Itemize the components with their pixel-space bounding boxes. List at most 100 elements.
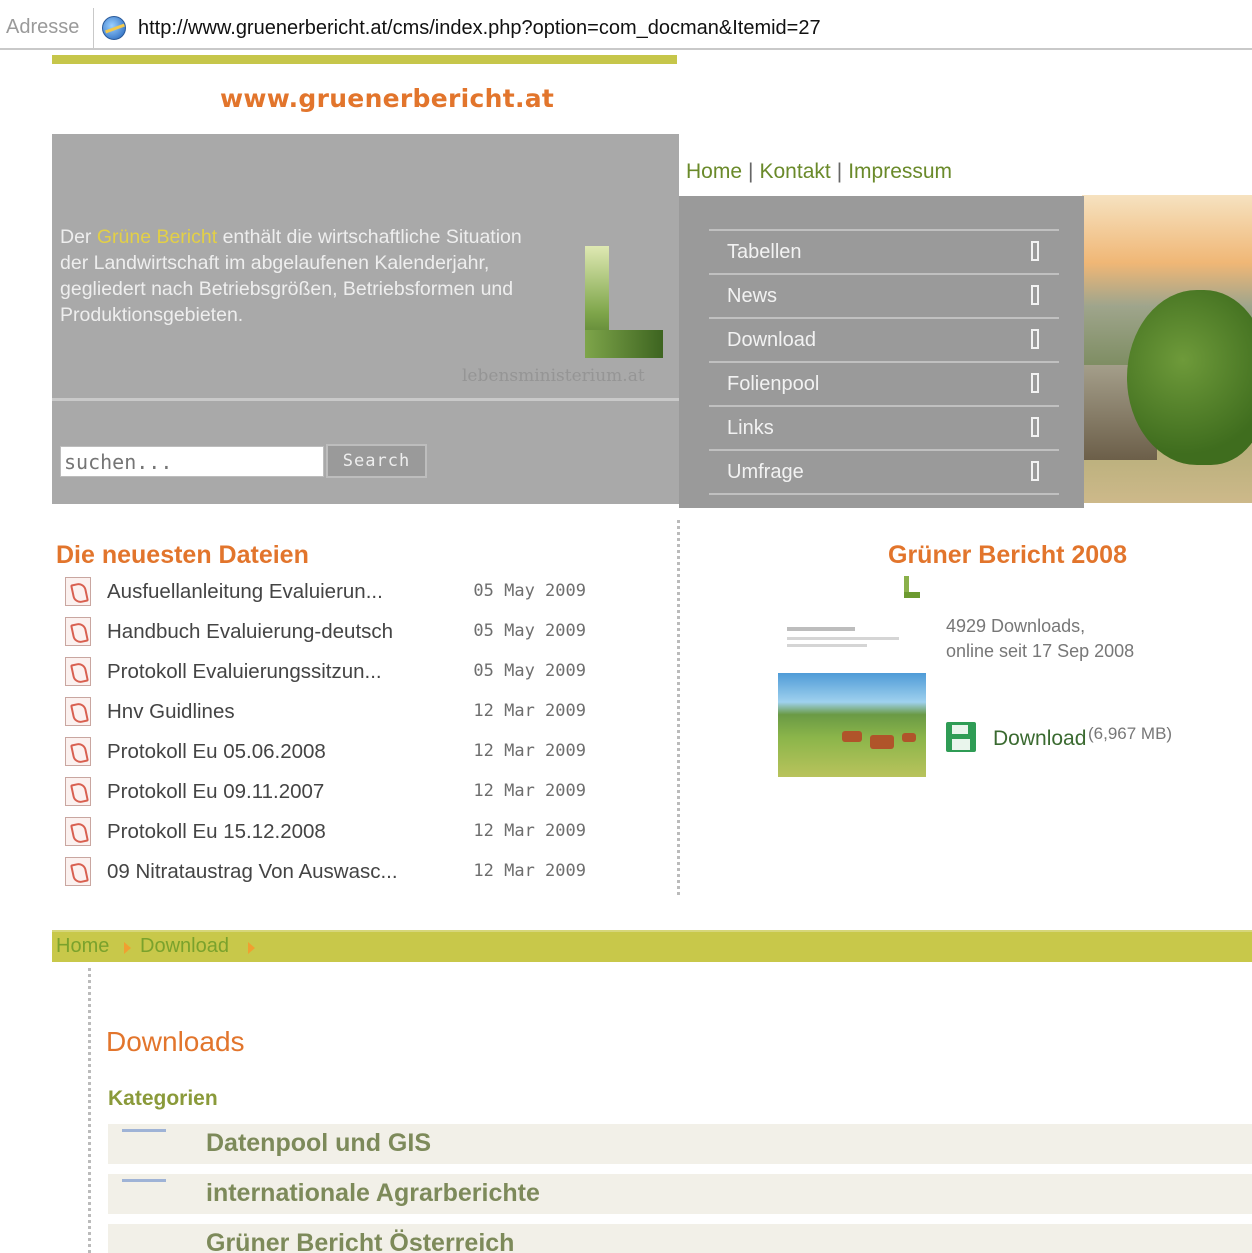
- file-row: Protokoll Evaluierungssitzun... 05 May 20…: [62, 653, 602, 693]
- logo-horizontal-bar: [904, 592, 920, 598]
- category-name[interactable]: Grüner Bericht Österreich: [206, 1229, 514, 1253]
- menu-list: Tabellen News Download Folienpool Links …: [709, 229, 1059, 495]
- download-count: 4929 Downloads,: [946, 616, 1086, 636]
- intro-highlight: Grüne Bericht: [96, 226, 218, 248]
- top-nav: Home | Kontakt | Impressum: [686, 160, 952, 184]
- header-photo: [1082, 195, 1252, 503]
- menu-item-links[interactable]: Links: [709, 407, 1059, 451]
- file-link[interactable]: Protokoll Eu 05.06.2008: [107, 740, 326, 764]
- featured-title[interactable]: Grüner Bericht 2008: [888, 541, 1127, 570]
- file-row: Protokoll Eu 05.06.2008 12 Mar 2009: [62, 733, 602, 773]
- breadcrumb-arrow-icon: [248, 942, 255, 954]
- file-date: 05 May 2009: [473, 661, 586, 681]
- site-title[interactable]: www.gruenerbericht.at: [220, 84, 554, 113]
- menu-item-umfrage[interactable]: Umfrage: [709, 451, 1059, 495]
- menu-glyph-icon: [1031, 417, 1039, 437]
- floppy-disk-icon[interactable]: [946, 722, 976, 752]
- cow-shape: [842, 731, 862, 742]
- cover-photo: [778, 673, 926, 777]
- menu-glyph-icon: [1031, 373, 1039, 393]
- menu-item-label: News: [727, 285, 778, 307]
- file-date: 12 Mar 2009: [473, 821, 586, 841]
- menu-glyph-icon: [1031, 329, 1039, 349]
- menu-glyph-icon: [1031, 285, 1039, 305]
- search-input[interactable]: [60, 446, 324, 477]
- file-row: Ausfuellanleitung Evaluierun... 05 May 20…: [62, 573, 602, 613]
- file-date: 05 May 2009: [473, 581, 586, 601]
- downloads-title: Downloads: [106, 1026, 245, 1057]
- category-name[interactable]: internationale Agrarberichte: [206, 1179, 540, 1208]
- breadcrumb-arrow-icon: [124, 942, 131, 954]
- lebensministerium-logo[interactable]: [585, 246, 663, 358]
- breadcrumb-home[interactable]: Home: [56, 935, 109, 958]
- cow-shape: [870, 735, 894, 749]
- file-date: 12 Mar 2009: [473, 741, 586, 761]
- category-row[interactable]: Grüner Bericht Österreich: [108, 1224, 1252, 1253]
- folder-icon: [122, 1129, 166, 1132]
- address-url[interactable]: http://www.gruenerbericht.at/cms/index.p…: [138, 17, 821, 40]
- file-row: Handbuch Evaluierung-deutsch 05 May 2009: [62, 613, 602, 653]
- online-since: online seit 17 Sep 2008: [946, 641, 1135, 661]
- partner-text[interactable]: lebensministerium.at: [462, 366, 645, 386]
- search-button[interactable]: Search: [326, 444, 427, 478]
- folder-icon: [122, 1179, 166, 1182]
- featured-stats: 4929 Downloads, online seit 17 Sep 2008: [946, 614, 1134, 664]
- category-row[interactable]: Datenpool und GIS: [108, 1124, 1252, 1164]
- file-row: Protokoll Eu 15.12.2008 12 Mar 2009: [62, 813, 602, 853]
- header-stripe: [52, 55, 677, 64]
- menu-item-label: Links: [727, 417, 774, 439]
- menu-item-label: Umfrage: [727, 461, 804, 483]
- content-divider: [88, 968, 91, 1253]
- latest-files-list: Ausfuellanleitung Evaluierun... 05 May 20…: [62, 573, 602, 893]
- pdf-icon: [65, 697, 91, 726]
- pdf-icon: [65, 817, 91, 846]
- cover-subtitle-line: [787, 644, 867, 647]
- latest-files-title: Die neuesten Dateien: [56, 541, 309, 569]
- cow-shape: [902, 733, 916, 742]
- cover-subtitle-line: [787, 637, 899, 640]
- intro-panel: Der Grüne Bericht enthält die wirtschaft…: [52, 134, 679, 504]
- topnav-kontakt[interactable]: Kontakt: [760, 160, 831, 183]
- panel-divider: [52, 398, 679, 401]
- menu-item-folienpool[interactable]: Folienpool: [709, 363, 1059, 407]
- file-date: 12 Mar 2009: [473, 861, 586, 881]
- pdf-icon: [65, 857, 91, 886]
- topnav-home[interactable]: Home: [686, 160, 742, 183]
- featured-download-link[interactable]: Download: [993, 727, 1086, 751]
- ie-page-icon: [102, 16, 126, 40]
- file-date: 12 Mar 2009: [473, 781, 586, 801]
- file-link[interactable]: Protokoll Eu 09.11.2007: [107, 780, 324, 804]
- breadcrumb-download[interactable]: Download: [140, 935, 229, 958]
- menu-item-news[interactable]: News: [709, 275, 1059, 319]
- menu-item-label: Folienpool: [727, 373, 820, 395]
- cover-title-line: [787, 627, 855, 631]
- address-bar: Adresse http://www.gruenerbericht.at/cms…: [0, 8, 1252, 50]
- category-name[interactable]: Datenpool und GIS: [206, 1129, 431, 1158]
- file-link[interactable]: Protokoll Evaluierungssitzun...: [107, 660, 382, 684]
- pdf-icon: [65, 617, 91, 646]
- topnav-separator: |: [748, 160, 754, 183]
- menu-item-download[interactable]: Download: [709, 319, 1059, 363]
- menu-item-label: Tabellen: [727, 241, 802, 263]
- file-link[interactable]: Hnv Guidlines: [107, 700, 235, 724]
- menu-item-tabellen[interactable]: Tabellen: [709, 231, 1059, 275]
- menu-glyph-icon: [1031, 241, 1039, 261]
- logo-horizontal-bar: [585, 330, 663, 358]
- file-link[interactable]: Protokoll Eu 15.12.2008: [107, 820, 326, 844]
- file-row: 09 Nitrataustrag Von Auswasc... 12 Mar 20…: [62, 853, 602, 893]
- file-link[interactable]: Handbuch Evaluierung-deutsch: [107, 620, 393, 644]
- column-divider: [677, 520, 680, 895]
- menu-glyph-icon: [1031, 461, 1039, 481]
- topnav-impressum[interactable]: Impressum: [848, 160, 952, 183]
- breadcrumb: Home Download: [52, 930, 1252, 962]
- file-row: Hnv Guidlines 12 Mar 2009: [62, 693, 602, 733]
- menu-item-label: Download: [727, 329, 816, 351]
- address-field[interactable]: http://www.gruenerbericht.at/cms/index.p…: [93, 8, 1252, 50]
- category-row[interactable]: internationale Agrarberichte: [108, 1174, 1252, 1214]
- report-cover-image[interactable]: [777, 617, 927, 779]
- pdf-icon: [65, 737, 91, 766]
- file-link[interactable]: Ausfuellanleitung Evaluierun...: [107, 580, 383, 604]
- main-menu: Tabellen News Download Folienpool Links …: [679, 196, 1084, 508]
- categories-label: Kategorien: [108, 1087, 218, 1110]
- file-link[interactable]: 09 Nitrataustrag Von Auswasc...: [107, 860, 398, 884]
